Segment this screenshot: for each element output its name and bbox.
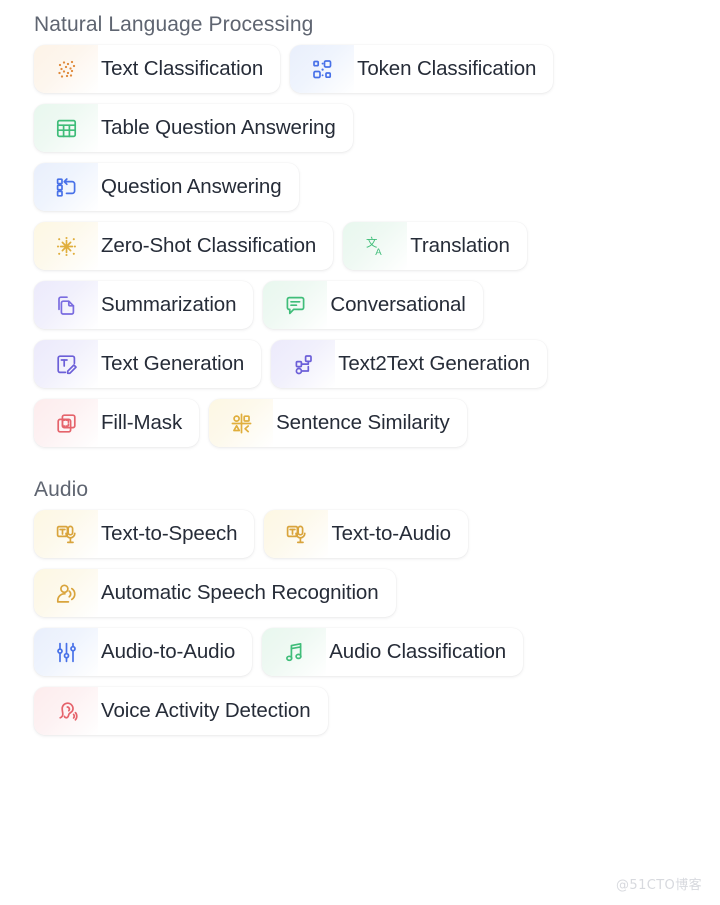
task-tag-label: Text Classification (101, 56, 264, 80)
tag-row: Text-to-Speech Text-to-Audio (34, 510, 720, 558)
chat-bubble-icon (263, 281, 328, 329)
task-tag-text-classification[interactable]: Text Classification (34, 45, 281, 93)
task-tag-conversational[interactable]: Conversational (263, 281, 483, 329)
task-tag-text-generation[interactable]: Text Generation (34, 340, 262, 388)
task-tag-summarization[interactable]: Summarization (34, 281, 254, 329)
task-tag-zero-shot-classification[interactable]: Zero-Shot Classification (34, 222, 334, 270)
list-reply-icon (34, 163, 98, 211)
copy-document-icon (34, 281, 98, 329)
tag-row: Summarization Conversational (34, 281, 720, 329)
task-tag-label: Automatic Speech Recognition (101, 580, 379, 604)
burst-cross-icon (34, 222, 98, 270)
music-note-icon (262, 628, 327, 676)
tag-row: Table Question Answering (34, 104, 720, 152)
tag-row: Text Generation Text2Text Generation (34, 340, 720, 388)
task-tag-label: Question Answering (101, 174, 282, 198)
task-tag-translation[interactable]: 文 A Translation (343, 222, 527, 270)
tag-row: Voice Activity Detection (34, 687, 720, 735)
task-tag-token-classification[interactable]: Token Classification (290, 45, 554, 93)
task-tag-label: Translation (410, 233, 510, 257)
task-tag-label: Table Question Answering (101, 115, 336, 139)
person-speaking-icon (34, 569, 98, 617)
sliders-icon (34, 628, 98, 676)
task-tag-label: Summarization (101, 292, 237, 316)
tag-row: Question Answering (34, 163, 720, 211)
tag-row: Text Classification Token Classification (34, 45, 720, 93)
svg-text:A: A (375, 246, 382, 257)
text-edit-icon (34, 340, 98, 388)
overlap-squares-icon (34, 399, 98, 447)
section-title-audio: Audio (34, 478, 89, 501)
tag-rows-audio: Text-to-Speech Text-to-Audio Automatic Spe… (0, 502, 720, 735)
table-grid-icon (34, 104, 98, 152)
task-tag-label: Text-to-Audio (331, 521, 451, 545)
section-title-natural-language-processing: Natural Language Processing (34, 13, 314, 36)
task-tag-table-question-answering[interactable]: Table Question Answering (34, 104, 353, 152)
task-tag-text-to-speech[interactable]: Text-to-Speech (34, 510, 255, 558)
text-microphone-icon (34, 510, 98, 558)
task-tag-label: Token Classification (357, 56, 537, 80)
text-microphone-icon (264, 510, 329, 558)
tag-row: Automatic Speech Recognition (34, 569, 720, 617)
tag-rows-natural-language-processing: Text Classification Token Classification T… (0, 37, 720, 447)
task-tag-label: Voice Activity Detection (101, 698, 311, 722)
task-tag-label: Zero-Shot Classification (101, 233, 317, 257)
task-tag-label: Audio Classification (329, 639, 507, 663)
task-tag-audio-to-audio[interactable]: Audio-to-Audio (34, 628, 253, 676)
task-tag-text2text-generation[interactable]: Text2Text Generation (271, 340, 547, 388)
task-tag-browser: Natural Language Processing Text Classifi… (0, 0, 720, 905)
flow-nodes-icon (271, 340, 336, 388)
task-tag-label: Text Generation (101, 351, 245, 375)
task-tag-voice-activity-detection[interactable]: Voice Activity Detection (34, 687, 328, 735)
tag-row: Zero-Shot Classification 文 A Translation (34, 222, 720, 270)
task-tag-label: Audio-to-Audio (101, 639, 236, 663)
quadrant-shapes-icon (209, 399, 274, 447)
node-graph-icon (290, 45, 355, 93)
watermark: @51CTO博客 (616, 878, 702, 893)
task-tag-audio-classification[interactable]: Audio Classification (262, 628, 524, 676)
task-tag-label: Text2Text Generation (338, 351, 530, 375)
task-tag-sentence-similarity[interactable]: Sentence Similarity (209, 399, 467, 447)
task-tag-label: Conversational (330, 292, 466, 316)
task-tag-text-to-audio[interactable]: Text-to-Audio (264, 510, 468, 558)
task-tag-question-answering[interactable]: Question Answering (34, 163, 299, 211)
sections-container: Natural Language Processing Text Classifi… (0, 0, 720, 735)
task-tag-label: Fill-Mask (101, 410, 183, 434)
task-tag-label: Text-to-Speech (101, 521, 238, 545)
task-tag-fill-mask[interactable]: Fill-Mask (34, 399, 200, 447)
tag-row: Audio-to-Audio Audio Classification (34, 628, 720, 676)
tag-row: Fill-Mask Sentence Similarity (34, 399, 720, 447)
task-tag-label: Sentence Similarity (276, 410, 450, 434)
translate-icon: 文A (343, 222, 408, 270)
task-tag-automatic-speech-recognition[interactable]: Automatic Speech Recognition (34, 569, 396, 617)
ear-listen-icon (34, 687, 98, 735)
scatter-dots-icon (34, 45, 98, 93)
